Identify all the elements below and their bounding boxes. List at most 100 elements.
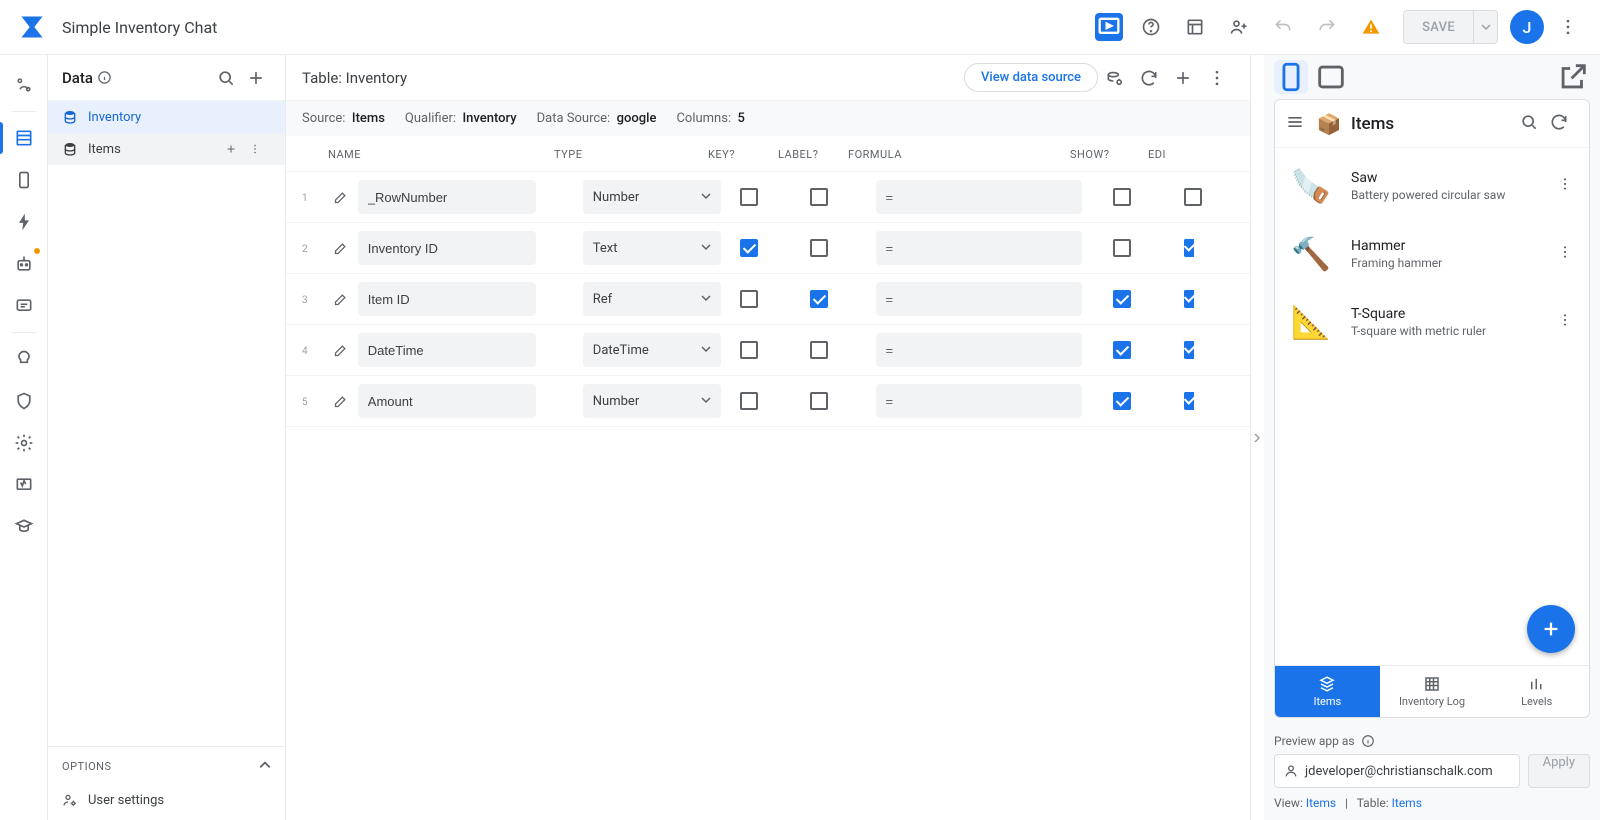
formula-input[interactable] xyxy=(876,333,1082,367)
open-external-icon[interactable] xyxy=(1556,60,1590,94)
rail-home-icon[interactable] xyxy=(4,65,44,105)
key-checkbox[interactable] xyxy=(740,188,758,206)
rail-automation-icon[interactable] xyxy=(4,244,44,284)
more-icon[interactable] xyxy=(1548,7,1588,47)
show-checkbox[interactable] xyxy=(1113,239,1131,257)
footer-table-link[interactable]: Items xyxy=(1392,796,1422,810)
editable-checkbox[interactable] xyxy=(1184,341,1194,359)
formula-input[interactable] xyxy=(876,384,1082,418)
formula-input[interactable] xyxy=(876,231,1082,265)
key-checkbox[interactable] xyxy=(740,239,758,257)
rail-intelligence-icon[interactable] xyxy=(4,339,44,379)
edit-row-icon[interactable] xyxy=(328,190,354,205)
save-dropdown[interactable] xyxy=(1473,11,1497,43)
label-checkbox[interactable] xyxy=(810,290,828,308)
add-icon[interactable] xyxy=(225,138,247,160)
options-header[interactable]: OPTIONS xyxy=(48,747,285,784)
editable-checkbox[interactable] xyxy=(1184,239,1194,257)
item-more-icon[interactable] xyxy=(1553,240,1577,268)
search-icon[interactable] xyxy=(1519,112,1539,136)
edit-row-icon[interactable] xyxy=(328,343,354,358)
show-checkbox[interactable] xyxy=(1113,392,1131,410)
item-more-icon[interactable] xyxy=(1553,172,1577,200)
info-icon[interactable] xyxy=(1361,734,1375,748)
add-column-icon[interactable] xyxy=(1166,61,1200,95)
view-data-source-button[interactable]: View data source xyxy=(964,63,1098,92)
preview-email-input[interactable]: jdeveloper@christianschalk.com xyxy=(1274,754,1520,788)
phone-tabs: ItemsInventory LogLevels xyxy=(1275,665,1589,717)
editable-checkbox[interactable] xyxy=(1184,188,1202,206)
column-type-select[interactable]: DateTime xyxy=(583,333,721,367)
label-checkbox[interactable] xyxy=(810,341,828,359)
rail-security-icon[interactable] xyxy=(4,381,44,421)
editable-checkbox[interactable] xyxy=(1184,392,1194,410)
label-checkbox[interactable] xyxy=(810,239,828,257)
footer-view-link[interactable]: Items xyxy=(1306,796,1336,810)
database-icon xyxy=(62,109,78,125)
rail-data-icon[interactable] xyxy=(4,118,44,158)
column-name-input[interactable] xyxy=(358,180,536,214)
tablet-mode-button[interactable] xyxy=(1314,60,1348,94)
menu-icon[interactable] xyxy=(1285,112,1305,136)
column-name-input[interactable] xyxy=(358,231,536,265)
column-type-select[interactable]: Number xyxy=(583,180,721,214)
column-type-select[interactable]: Text xyxy=(583,231,721,265)
label-checkbox[interactable] xyxy=(810,392,828,410)
add-icon[interactable] xyxy=(241,63,271,93)
add-user-icon[interactable] xyxy=(1219,7,1259,47)
formula-input[interactable] xyxy=(876,180,1082,214)
show-checkbox[interactable] xyxy=(1113,341,1131,359)
warning-icon[interactable] xyxy=(1351,7,1391,47)
search-icon[interactable] xyxy=(211,63,241,93)
column-name-input[interactable] xyxy=(358,384,536,418)
help-icon[interactable] xyxy=(1131,7,1171,47)
mobile-mode-button[interactable] xyxy=(1274,60,1308,94)
phone-tab[interactable]: Items xyxy=(1275,666,1380,717)
list-item[interactable]: 🪚 Saw Battery powered circular saw xyxy=(1275,152,1589,220)
key-checkbox[interactable] xyxy=(740,392,758,410)
refresh-icon[interactable] xyxy=(1132,61,1166,95)
show-checkbox[interactable] xyxy=(1113,290,1131,308)
more-icon[interactable] xyxy=(1200,61,1234,95)
item-more-icon[interactable] xyxy=(1553,308,1577,336)
rail-chat-icon[interactable] xyxy=(4,286,44,326)
redo-icon[interactable] xyxy=(1307,7,1347,47)
regen-icon[interactable] xyxy=(1098,61,1132,95)
edit-row-icon[interactable] xyxy=(328,292,354,307)
more-icon[interactable] xyxy=(249,138,271,160)
rail-settings-icon[interactable] xyxy=(4,423,44,463)
info-icon[interactable] xyxy=(97,70,112,85)
phone-tab[interactable]: Levels xyxy=(1484,666,1589,717)
column-name-input[interactable] xyxy=(358,282,536,316)
show-checkbox[interactable] xyxy=(1113,188,1131,206)
refresh-icon[interactable] xyxy=(1549,112,1569,136)
key-checkbox[interactable] xyxy=(740,341,758,359)
column-name-input[interactable] xyxy=(358,333,536,367)
rail-views-icon[interactable] xyxy=(4,160,44,200)
undo-icon[interactable] xyxy=(1263,7,1303,47)
save-button[interactable]: SAVE xyxy=(1404,20,1473,35)
data-item-inventory[interactable]: Inventory xyxy=(48,101,285,133)
fab-add-button[interactable] xyxy=(1527,605,1575,653)
layout-icon[interactable] xyxy=(1175,7,1215,47)
label-checkbox[interactable] xyxy=(810,188,828,206)
column-type-select[interactable]: Ref xyxy=(583,282,721,316)
presentation-icon[interactable] xyxy=(1095,13,1123,41)
data-item-items[interactable]: Items xyxy=(48,133,285,165)
user-settings-item[interactable]: User settings xyxy=(48,784,285,820)
rail-actions-icon[interactable] xyxy=(4,202,44,242)
edit-row-icon[interactable] xyxy=(328,241,354,256)
rail-learn-icon[interactable] xyxy=(4,507,44,547)
column-type-select[interactable]: Number xyxy=(583,384,721,418)
list-item[interactable]: 📐 T-Square T-square with metric ruler xyxy=(1275,288,1589,356)
rail-manage-icon[interactable] xyxy=(4,465,44,505)
key-checkbox[interactable] xyxy=(740,290,758,308)
panel-resize-handle[interactable] xyxy=(1250,55,1264,820)
editable-checkbox[interactable] xyxy=(1184,290,1194,308)
apply-button[interactable]: Apply xyxy=(1528,754,1590,788)
edit-row-icon[interactable] xyxy=(328,394,354,409)
list-item[interactable]: 🔨 Hammer Framing hammer xyxy=(1275,220,1589,288)
formula-input[interactable] xyxy=(876,282,1082,316)
avatar[interactable]: J xyxy=(1510,10,1544,44)
phone-tab[interactable]: Inventory Log xyxy=(1380,666,1485,717)
